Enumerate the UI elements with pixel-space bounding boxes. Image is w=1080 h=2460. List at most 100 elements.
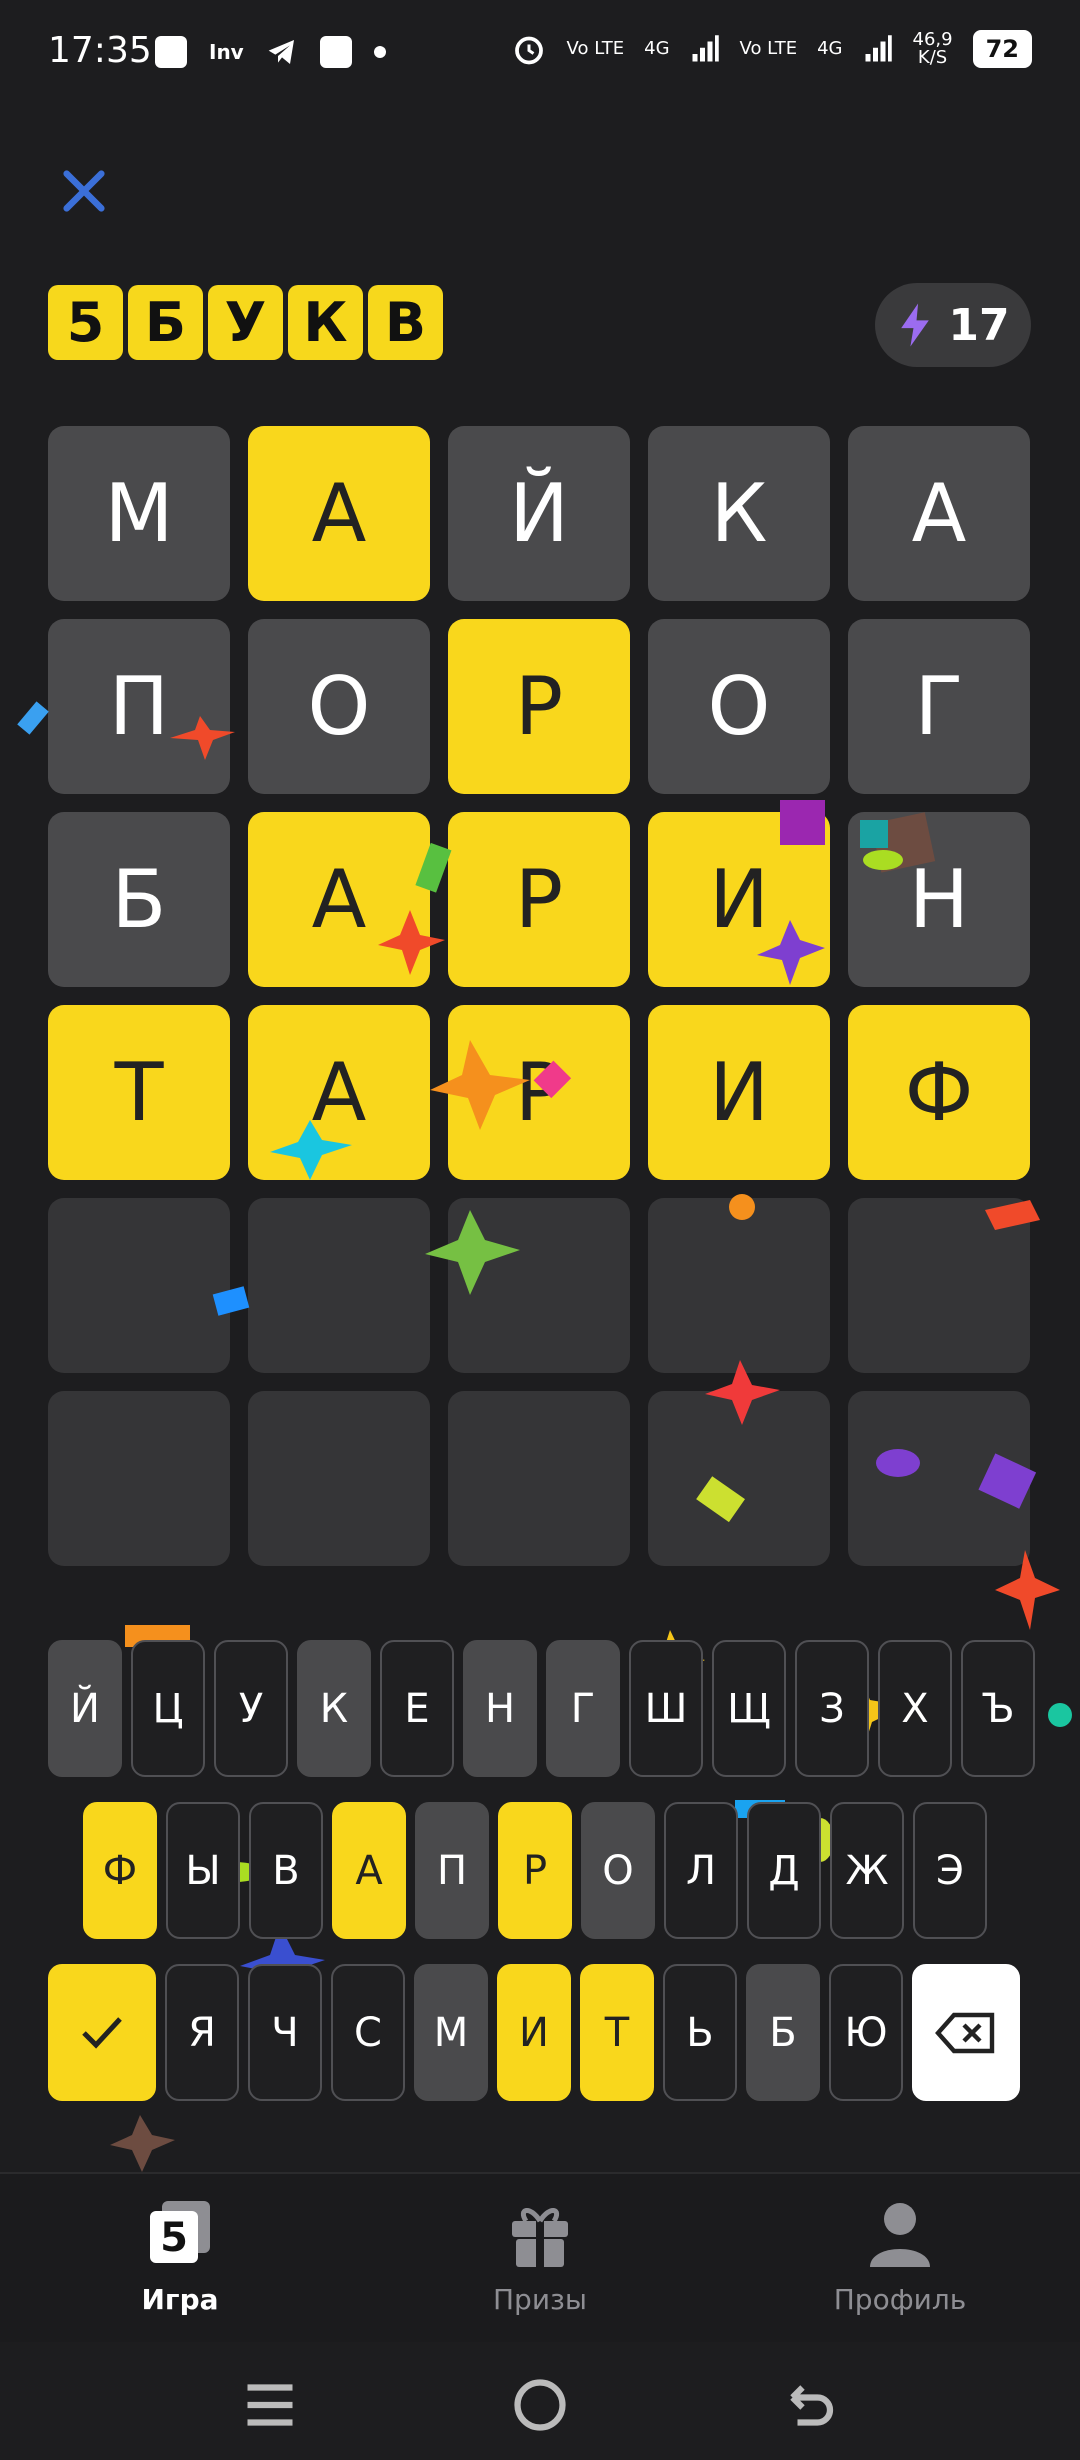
board-tile: Р bbox=[448, 812, 630, 987]
signal-icon bbox=[692, 35, 719, 62]
energy-count: 17 bbox=[948, 299, 1010, 351]
board-tile: П bbox=[48, 619, 230, 794]
key-letter[interactable]: Э bbox=[913, 1802, 987, 1939]
game-board: МАЙКАПОРОГБАРИНТАРИФ bbox=[48, 426, 1030, 1566]
enter-button[interactable] bbox=[48, 1964, 156, 2101]
signal-icon-2 bbox=[865, 35, 892, 62]
key-letter[interactable]: Й bbox=[48, 1640, 122, 1777]
board-tile: Р bbox=[448, 1005, 630, 1180]
battery-icon: 72 bbox=[972, 30, 1032, 68]
net-speed: 46,9 K/S bbox=[913, 31, 953, 67]
network-2-gen: 4G bbox=[817, 40, 842, 58]
more-notifications-dot-icon bbox=[373, 46, 386, 58]
board-tile bbox=[648, 1198, 830, 1373]
key-letter[interactable]: Н bbox=[463, 1640, 537, 1777]
key-letter[interactable]: Ж bbox=[830, 1802, 904, 1939]
game-tab-badge: 5 bbox=[160, 2215, 188, 2261]
logo-letter-tile: В bbox=[368, 285, 443, 360]
status-right: Vo LTE 4G Vo LTE 4G 46,9 K/S 72 bbox=[511, 30, 1032, 68]
status-time: 17:35 bbox=[48, 30, 152, 71]
board-tile: М bbox=[48, 426, 230, 601]
key-letter[interactable]: В bbox=[249, 1802, 323, 1939]
backspace-icon bbox=[935, 2012, 995, 2053]
logo-letter-tile: 5 bbox=[48, 285, 123, 360]
network-1-gen: 4G bbox=[644, 40, 669, 58]
energy-badge[interactable]: 17 bbox=[875, 283, 1031, 367]
close-icon[interactable] bbox=[58, 165, 110, 217]
key-letter[interactable]: М bbox=[414, 1964, 488, 2101]
board-tile: И bbox=[648, 812, 830, 987]
key-letter[interactable]: Г bbox=[546, 1640, 620, 1777]
battery-level: 72 bbox=[985, 35, 1019, 63]
system-navigation-bar bbox=[0, 2340, 1080, 2460]
key-letter[interactable]: Ъ bbox=[961, 1640, 1035, 1777]
key-letter[interactable]: К bbox=[297, 1640, 371, 1777]
board-tile: А bbox=[848, 426, 1030, 601]
key-letter[interactable]: Р bbox=[498, 1802, 572, 1939]
home-icon[interactable] bbox=[510, 2375, 570, 2435]
board-tile: Б bbox=[48, 812, 230, 987]
app-label: Inv bbox=[209, 40, 244, 64]
nav-tab-prizes[interactable]: Призы bbox=[430, 2199, 650, 2316]
key-letter[interactable]: А bbox=[332, 1802, 406, 1939]
board-tile bbox=[848, 1391, 1030, 1566]
network-1: Vo LTE bbox=[567, 40, 625, 58]
logo-letter-tile: У bbox=[208, 285, 283, 360]
board-tile bbox=[448, 1198, 630, 1373]
key-letter[interactable]: Л bbox=[664, 1802, 738, 1939]
backspace-button[interactable] bbox=[912, 1964, 1020, 2101]
profile-icon bbox=[870, 2203, 930, 2267]
board-tile: Г bbox=[848, 619, 1030, 794]
key-letter[interactable]: З bbox=[795, 1640, 869, 1777]
board-tile: Й bbox=[448, 426, 630, 601]
key-letter[interactable]: Е bbox=[380, 1640, 454, 1777]
key-letter[interactable]: Т bbox=[580, 1964, 654, 2101]
status-bar: 17:35 Inv Vo LTE 4G Vo LTE 4G 46,9 K/S 72 bbox=[0, 0, 1080, 110]
board-tile: К bbox=[648, 426, 830, 601]
nav-label-profile: Профиль bbox=[833, 2283, 967, 2316]
alarm-icon bbox=[514, 36, 543, 65]
app-logo: 5БУКВ bbox=[48, 285, 443, 360]
board-tile bbox=[248, 1198, 430, 1373]
key-letter[interactable]: Ш bbox=[629, 1640, 703, 1777]
key-letter[interactable]: Д bbox=[747, 1802, 821, 1939]
net2-label: Vo LTE bbox=[739, 38, 798, 59]
nav-tab-game[interactable]: 5 Игра bbox=[70, 2199, 290, 2316]
key-letter[interactable]: Б bbox=[746, 1964, 820, 2101]
board-tile bbox=[48, 1198, 230, 1373]
board-tile bbox=[248, 1391, 430, 1566]
key-letter[interactable]: И bbox=[497, 1964, 571, 2101]
key-letter[interactable]: Ы bbox=[166, 1802, 240, 1939]
network-2: Vo LTE bbox=[740, 40, 798, 58]
board-tile: А bbox=[248, 1005, 430, 1180]
key-letter[interactable]: Х bbox=[878, 1640, 952, 1777]
net1-gen-label: 4G bbox=[644, 38, 670, 59]
recent-apps-icon[interactable] bbox=[240, 2375, 300, 2435]
key-letter[interactable]: Ю bbox=[829, 1964, 903, 2101]
key-letter[interactable]: О bbox=[581, 1802, 655, 1939]
nav-tab-profile[interactable]: Профиль bbox=[790, 2199, 1010, 2316]
nav-label-game: Игра bbox=[141, 2283, 219, 2316]
logo-letter-tile: К bbox=[288, 285, 363, 360]
board-tile bbox=[448, 1391, 630, 1566]
keyboard-row-2: ФЫВАПРОЛДЖЭ bbox=[83, 1802, 987, 1939]
nav-label-prizes: Призы bbox=[492, 2283, 588, 2316]
back-icon[interactable] bbox=[780, 2375, 840, 2435]
key-letter[interactable]: Ч bbox=[248, 1964, 322, 2101]
key-letter[interactable]: П bbox=[415, 1802, 489, 1939]
game-tab-icon: 5 bbox=[150, 2201, 210, 2263]
key-letter[interactable]: У bbox=[214, 1640, 288, 1777]
key-letter[interactable]: Щ bbox=[712, 1640, 786, 1777]
key-letter[interactable]: С bbox=[331, 1964, 405, 2101]
keyboard-row-1: ЙЦУКЕНГШЩЗХЪ bbox=[48, 1640, 1035, 1777]
keyboard-row-3: ЯЧСМИТЬБЮ bbox=[48, 1964, 1020, 2101]
board-tile bbox=[48, 1391, 230, 1566]
key-letter[interactable]: Ц bbox=[131, 1640, 205, 1777]
notification-icons: Inv bbox=[155, 36, 386, 68]
key-letter[interactable]: Ь bbox=[663, 1964, 737, 2101]
board-tile: Ф bbox=[848, 1005, 1030, 1180]
board-tile: А bbox=[248, 812, 430, 987]
board-tile: Р bbox=[448, 619, 630, 794]
key-letter[interactable]: Я bbox=[165, 1964, 239, 2101]
key-letter[interactable]: Ф bbox=[83, 1802, 157, 1939]
